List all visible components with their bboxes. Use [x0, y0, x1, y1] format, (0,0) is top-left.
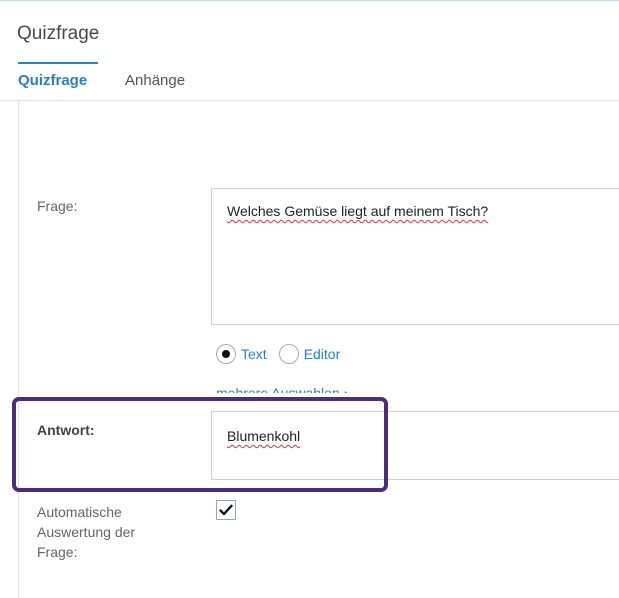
tab-quizfrage[interactable]: Quizfrage: [18, 72, 87, 89]
input-mode-radio-group: Text Editor: [216, 342, 352, 366]
radio-unselected-icon[interactable]: [278, 344, 299, 364]
auto-eval-label-line-1: Automatische: [37, 504, 122, 520]
auto-eval-label-line-3: Frage:: [37, 544, 78, 560]
active-tab-indicator: [18, 62, 98, 64]
check-icon: [219, 504, 233, 516]
top-border: [0, 0, 619, 1]
radio-editor-label[interactable]: Editor: [304, 346, 341, 362]
auto-eval-label: Automatische Auswertung der Frage:: [37, 502, 135, 562]
auto-eval-checkbox[interactable]: [216, 500, 236, 520]
answer-input[interactable]: Blumenkohl: [211, 411, 619, 480]
radio-text-label[interactable]: Text: [241, 346, 267, 362]
auto-eval-label-line-2: Auswertung der: [37, 524, 136, 540]
question-label: Frage:: [37, 198, 78, 214]
answer-label: Antwort:: [37, 422, 95, 438]
answer-text: Blumenkohl: [227, 428, 301, 444]
radio-selected-icon[interactable]: [216, 344, 236, 364]
question-textarea[interactable]: Welches Gemüse liegt auf meinem Tisch?: [211, 188, 619, 325]
question-text: Welches Gemüse liegt auf meinem Tisch?: [227, 203, 489, 219]
tab-anhaenge[interactable]: Anhänge: [125, 72, 185, 89]
page-title: Quizfrage: [17, 23, 100, 44]
